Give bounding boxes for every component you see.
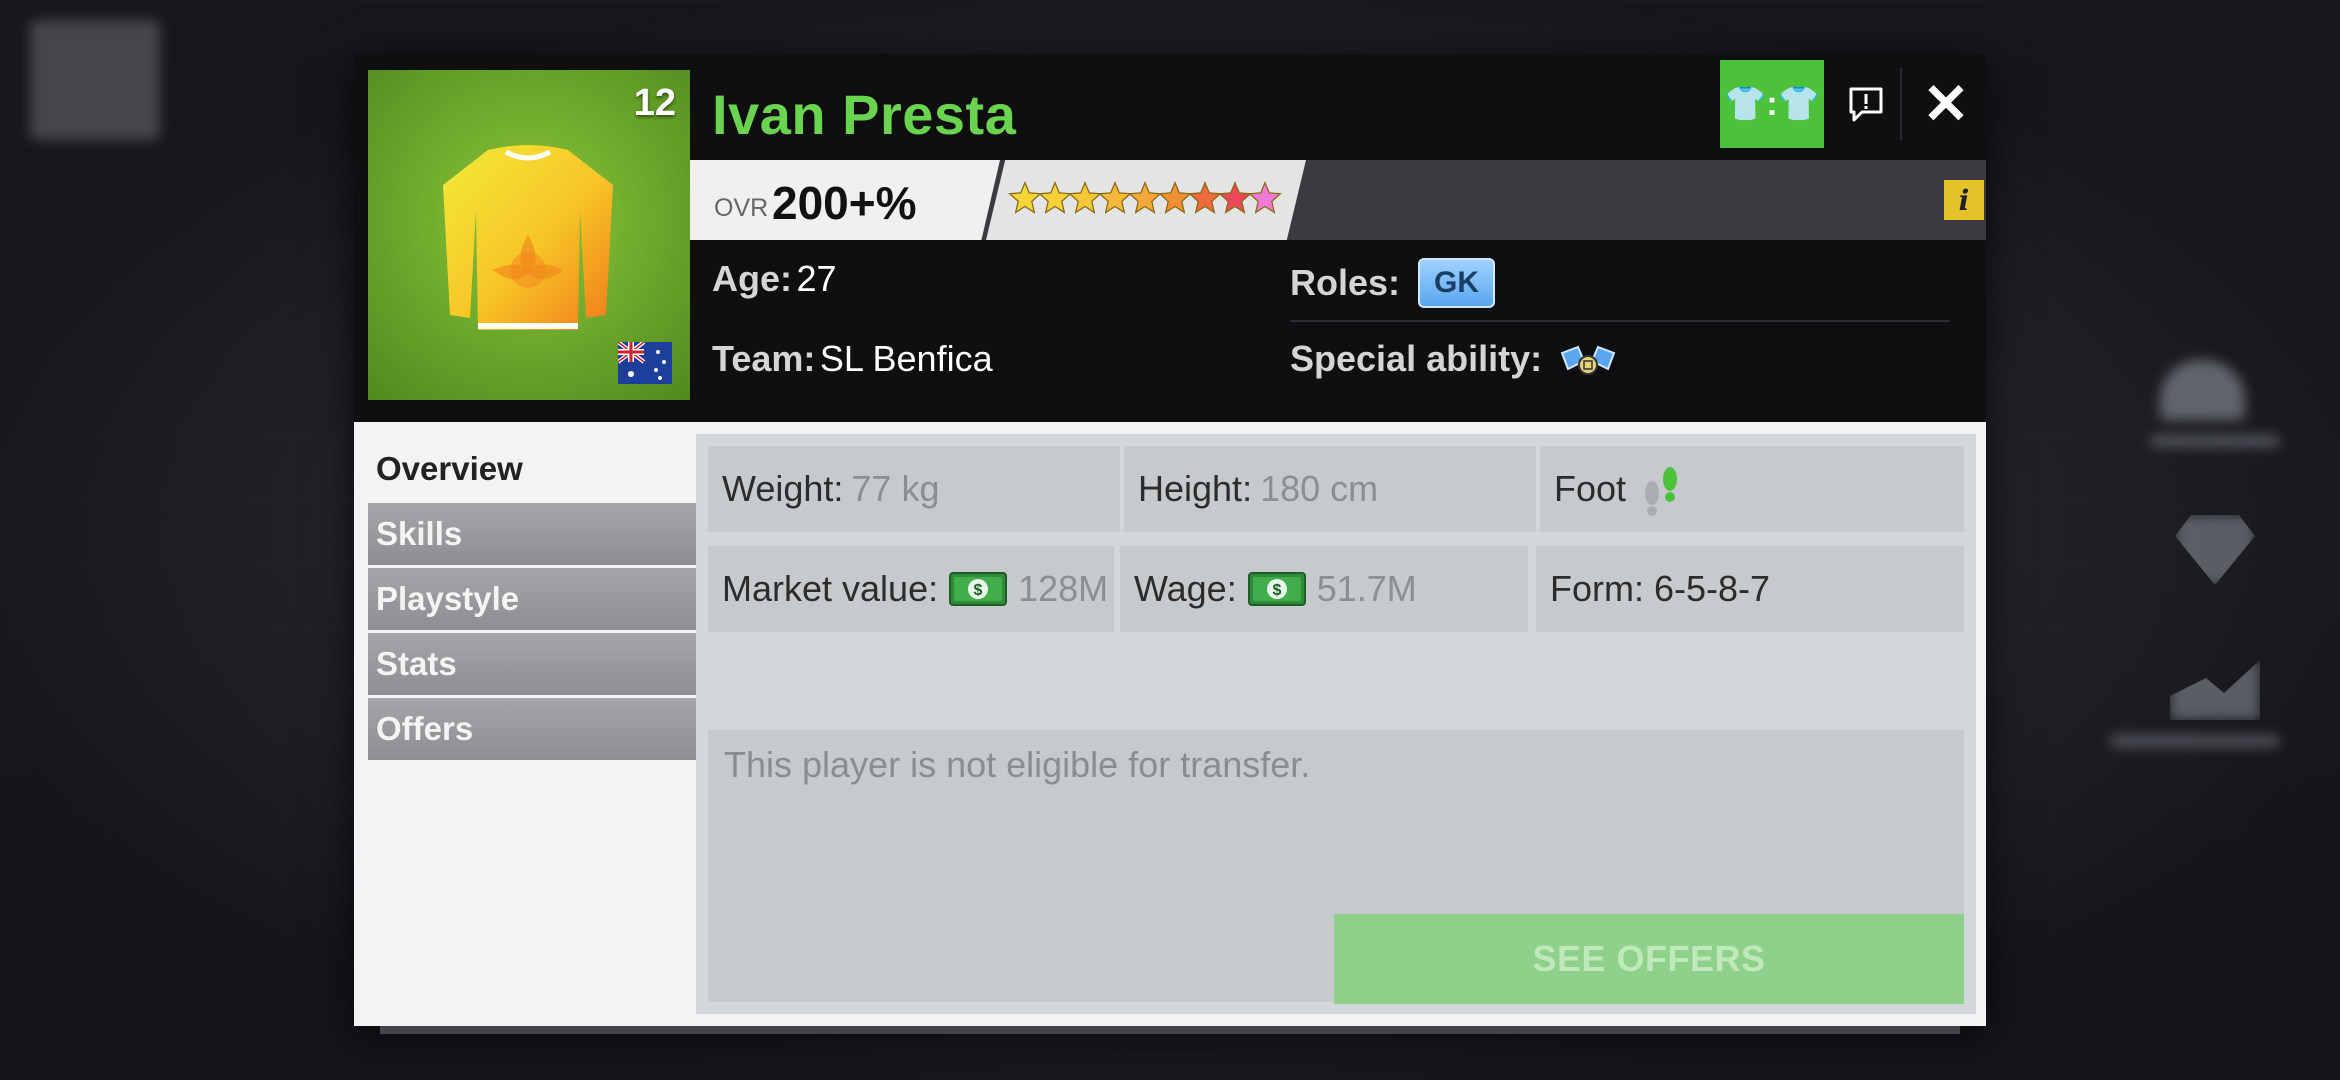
market-value-cell: Market value: $ 128M	[708, 546, 1114, 632]
player-name: Ivan Presta	[712, 83, 1017, 146]
weight-label: Weight:	[722, 468, 844, 509]
background-tile	[30, 20, 160, 140]
report-button[interactable]	[1838, 76, 1894, 132]
footprints-icon	[1645, 467, 1678, 516]
transfer-message: This player is not eligible for transfer…	[724, 744, 1311, 785]
star-icon	[1188, 181, 1222, 214]
player-header: 12 Ivan Presta 👕:👕 ✕ OVR 200+% i Age: 27…	[354, 54, 1986, 422]
role-badge-gk[interactable]: GK	[1418, 258, 1496, 308]
player-dialog: 12 Ivan Presta 👕:👕 ✕ OVR 200+% i Age: 27…	[354, 54, 1986, 1034]
player-special-ability: Special ability:	[1290, 338, 1618, 380]
player-age: Age: 27	[712, 258, 837, 300]
ovr-label: OVR	[714, 194, 769, 222]
wage-label: Wage:	[1134, 568, 1237, 609]
tab-overview[interactable]: Overview	[368, 438, 696, 500]
age-label: Age:	[712, 258, 792, 299]
player-team: Team: SL Benfica	[712, 338, 993, 380]
background-label-bar	[2110, 735, 2280, 747]
height-cell: Height: 180 cm	[1124, 446, 1536, 532]
market-value-label: Market value:	[722, 568, 939, 609]
player-details-body: Overview Skills Playstyle Stats Offers W…	[354, 422, 1986, 1026]
tab-playstyle[interactable]: Playstyle	[368, 568, 696, 630]
ovr-rating-bar: OVR 200+% i	[690, 160, 1986, 240]
goalkeeper-gloves-ball-icon[interactable]	[1558, 339, 1618, 379]
age-value: 27	[796, 258, 837, 299]
star-icon	[1038, 181, 1072, 214]
info-divider	[1290, 320, 1950, 322]
dialog-bottom-edge	[380, 1026, 1960, 1034]
form-value: 6-5-8-7	[1654, 568, 1771, 609]
star-icon	[1098, 181, 1132, 214]
jersey-number: 12	[633, 82, 676, 124]
star-icon	[1008, 181, 1042, 214]
special-ability-label: Special ability:	[1290, 338, 1543, 379]
star-icon	[1248, 181, 1282, 214]
foot-label: Foot	[1554, 468, 1627, 509]
see-offers-button[interactable]: SEE OFFERS	[1334, 914, 1964, 1004]
weight-value: 77 kg	[851, 468, 940, 509]
svg-text:$: $	[1272, 582, 1281, 599]
australia-flag-icon	[618, 342, 672, 384]
height-value: 180 cm	[1260, 468, 1379, 509]
star-icon	[1068, 181, 1102, 214]
star-icon	[1128, 181, 1162, 214]
cash-icon: $	[1247, 572, 1306, 606]
svg-text:$: $	[974, 582, 983, 599]
jersey-icon	[443, 145, 613, 330]
tab-skills[interactable]: Skills	[368, 503, 696, 565]
market-value: 128M	[1018, 568, 1109, 609]
roles-label: Roles:	[1290, 262, 1401, 303]
info-icon: i	[1958, 183, 1970, 217]
team-label: Team:	[712, 338, 816, 379]
transfer-panel: This player is not eligible for transfer…	[708, 730, 1964, 1004]
foot-cell: Foot	[1540, 446, 1964, 532]
star-rating	[1008, 176, 1282, 220]
compare-players-button[interactable]: 👕:👕	[1720, 60, 1824, 148]
player-roles: Roles: GK	[1290, 258, 1496, 308]
team-value: SL Benfica	[819, 338, 993, 379]
background-label-bar	[2150, 435, 2280, 447]
player-portrait: 12	[368, 70, 690, 400]
compare-shirts-icon: 👕:👕	[1724, 85, 1820, 123]
star-icon	[1158, 181, 1192, 214]
player-tabs: Overview Skills Playstyle Stats Offers	[368, 438, 696, 763]
star-icon	[1218, 181, 1252, 214]
tab-stats[interactable]: Stats	[368, 633, 696, 695]
form-label: Form:	[1550, 568, 1644, 609]
form-cell: Form: 6-5-8-7	[1536, 546, 1964, 632]
ovr-value: 200+%	[772, 177, 917, 229]
overview-panel: Weight: 77 kg Height: 180 cm Foot Market…	[696, 434, 1976, 1014]
info-button[interactable]: i	[1944, 180, 1984, 220]
height-label: Height:	[1138, 468, 1253, 509]
header-divider	[1900, 68, 1902, 140]
wage-cell: Wage: $ 51.7M	[1120, 546, 1528, 632]
wage-value: 51.7M	[1316, 568, 1417, 609]
weight-cell: Weight: 77 kg	[708, 446, 1120, 532]
cash-icon: $	[949, 572, 1008, 606]
close-button[interactable]: ✕	[1914, 68, 1978, 140]
close-icon: ✕	[1922, 72, 1970, 135]
speech-bubble-exclamation-icon	[1849, 87, 1883, 122]
tab-offers[interactable]: Offers	[368, 698, 696, 760]
